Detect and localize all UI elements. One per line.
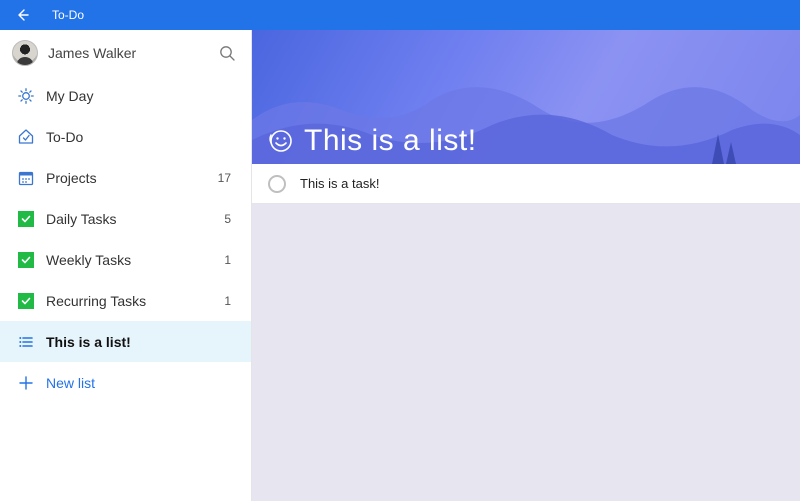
green-check-icon xyxy=(16,252,36,268)
sidebar-item-weekly-tasks[interactable]: Weekly Tasks 1 xyxy=(0,239,251,280)
list-title[interactable]: This is a list! xyxy=(304,124,477,158)
task-row[interactable]: This is a task! xyxy=(252,164,800,204)
sidebar: James Walker My Day To-Do xyxy=(0,30,252,501)
sidebar-item-count: 1 xyxy=(224,253,235,267)
sidebar-item-count: 1 xyxy=(224,294,235,308)
sidebar-item-daily-tasks[interactable]: Daily Tasks 5 xyxy=(0,198,251,239)
avatar xyxy=(12,40,38,66)
sidebar-item-label: To-Do xyxy=(46,129,231,145)
titlebar: To-Do xyxy=(0,0,800,30)
new-list-button[interactable]: New list xyxy=(0,362,251,403)
main-area: This is a list! This is a task! xyxy=(252,30,800,501)
sidebar-item-recurring-tasks[interactable]: Recurring Tasks 1 xyxy=(0,280,251,321)
sidebar-item-label: Recurring Tasks xyxy=(46,293,224,309)
search-button[interactable] xyxy=(215,41,239,65)
sidebar-item-label: This is a list! xyxy=(46,334,231,350)
list-icon xyxy=(16,334,36,350)
sidebar-item-this-is-a-list[interactable]: This is a list! xyxy=(0,321,251,362)
back-button[interactable] xyxy=(0,0,46,30)
list-collection: My Day To-Do Projects 17 xyxy=(0,75,251,501)
smiley-icon xyxy=(268,128,294,154)
profile-row[interactable]: James Walker xyxy=(0,30,251,75)
green-check-icon xyxy=(16,211,36,227)
back-arrow-icon xyxy=(15,7,31,23)
list-header: This is a list! xyxy=(252,30,800,164)
plus-icon xyxy=(16,375,36,391)
sidebar-item-label: Daily Tasks xyxy=(46,211,224,227)
sidebar-item-label: Projects xyxy=(46,170,218,186)
sidebar-item-label: My Day xyxy=(46,88,231,104)
sidebar-item-projects[interactable]: Projects 17 xyxy=(0,157,251,198)
sidebar-item-count: 17 xyxy=(218,171,235,185)
new-list-label: New list xyxy=(46,375,235,391)
username: James Walker xyxy=(48,45,215,61)
task-title: This is a task! xyxy=(300,176,379,191)
calendar-icon xyxy=(16,170,36,186)
green-check-icon xyxy=(16,293,36,309)
sidebar-item-count: 5 xyxy=(224,212,235,226)
task-checkbox[interactable] xyxy=(268,175,286,193)
app-title: To-Do xyxy=(46,8,84,22)
task-list: This is a task! xyxy=(252,164,800,204)
home-check-icon xyxy=(16,128,36,146)
sidebar-item-label: Weekly Tasks xyxy=(46,252,224,268)
sidebar-item-todo[interactable]: To-Do xyxy=(0,116,251,157)
search-icon xyxy=(218,44,236,62)
sidebar-item-my-day[interactable]: My Day xyxy=(0,75,251,116)
sun-icon xyxy=(16,87,36,105)
